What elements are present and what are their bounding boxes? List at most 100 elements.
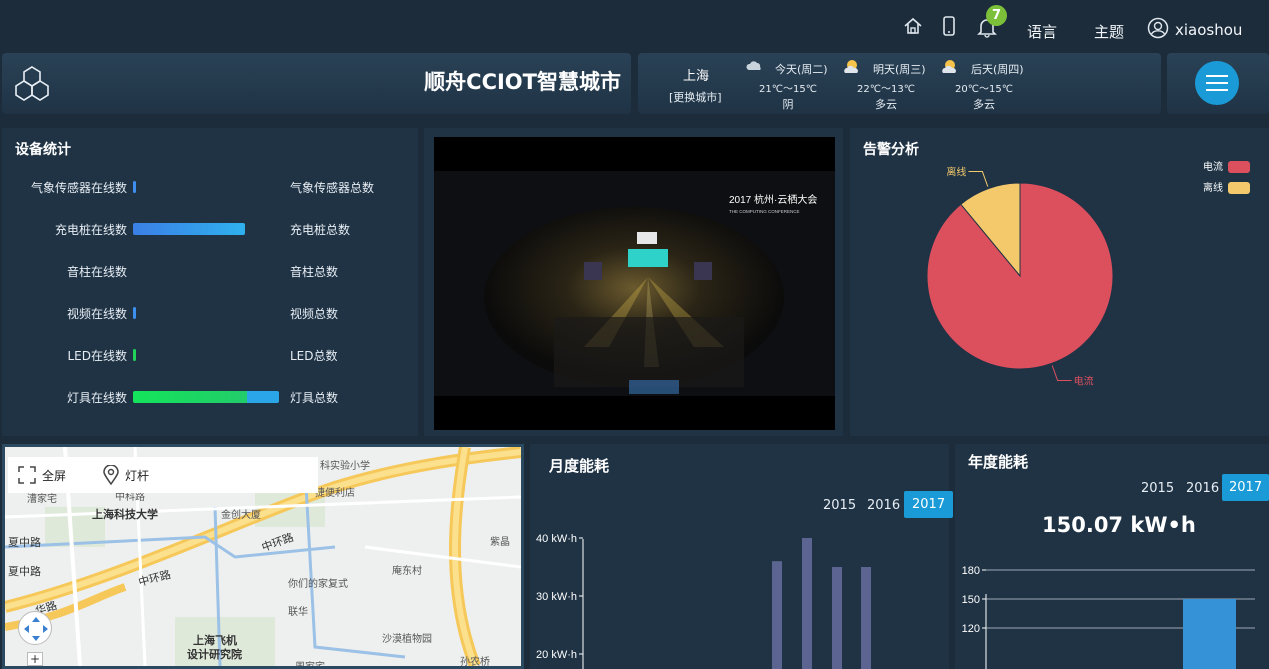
yearly-energy-panel: 年度能耗 2015 2016 2017 150.07 kW•h 120 150 18… [955, 444, 1269, 669]
total-count-label: 气象传感器总数 [290, 181, 375, 195]
logo-icon [15, 66, 49, 101]
cloud-icon [746, 61, 761, 70]
y-tick-label: 180 [962, 565, 980, 577]
monthly-energy-panel: 月度能耗 2015 2016 2017 20 kW·h 30 kW·h 40 kW·… [530, 444, 954, 669]
monthly-bar [832, 567, 842, 669]
hamburger-icon [1206, 75, 1228, 91]
online-count-label: LED在线数 [67, 349, 127, 363]
pie-label-line-0 [1051, 365, 1072, 381]
menu-panel [1167, 53, 1269, 114]
map-label: 周家宅 [295, 662, 325, 669]
online-count-bar [133, 307, 136, 319]
online-count-bar [133, 181, 136, 193]
video-overlay-title: 2017 杭州·云栖大会 [729, 193, 817, 206]
pie-label-1: 离线 [946, 166, 966, 179]
map-label: 上海科技大学 [92, 508, 158, 521]
total-count-label: 视频总数 [290, 307, 339, 321]
top-bar: 7 语言 主题 xiaoshou [0, 0, 1269, 50]
pie-slice-0 [926, 182, 1114, 370]
weather-panel: 上海 [更换城市] 今天(周二) 21℃～15℃ 阴 明天(周三) 22℃～13… [638, 53, 1161, 114]
map-label: 夏中路 [8, 536, 41, 549]
fullscreen-icon [18, 466, 36, 484]
map-label: 你们的家复式 [288, 579, 348, 590]
notification-badge: 7 [986, 5, 1007, 26]
map-label: 沙漠植物园 [382, 634, 432, 645]
alarm-pie-chart: 离线电流电流离线 [926, 160, 1250, 387]
panel-title: 设备统计 [15, 142, 71, 158]
fullscreen-label: 全屏 [42, 468, 67, 483]
online-count-label: 气象传感器在线数 [30, 181, 127, 195]
home-icon[interactable] [903, 16, 923, 36]
online-count-bar [133, 223, 246, 235]
fullscreen-button[interactable]: 全屏 [18, 466, 66, 484]
change-city-link[interactable]: [更换城市] [669, 89, 722, 105]
map-label: 设计研究院 [187, 648, 242, 661]
weather-day-cond: 阴 [782, 98, 794, 111]
monthly-bar [802, 538, 812, 669]
online-count-label: 视频在线数 [66, 307, 127, 321]
legend-swatch-1 [1228, 182, 1250, 194]
y-tick-label: 20 kW·h [536, 649, 577, 661]
map-panel[interactable]: 科实验小学 捷便利店 漕家宅 中科路 上海科技大学 金创大厦 夏中路 中环路 夏… [2, 444, 524, 669]
total-count-label: LED总数 [290, 349, 338, 363]
yearly-bar [1183, 598, 1236, 669]
map-label: 金创大厦 [221, 510, 261, 521]
weather-day-temp: 22℃～13℃ [857, 84, 915, 95]
total-count-label: 音柱总数 [290, 265, 339, 279]
online-count-bar [133, 349, 136, 361]
online-count-label: 灯具在线数 [66, 391, 127, 405]
map-label: 捷便利店 [315, 488, 355, 499]
map-label: 孙农桥 [460, 657, 490, 668]
username[interactable]: xiaoshou [1175, 21, 1242, 39]
pie-label-0: 电流 [1074, 374, 1094, 387]
legend-label-0: 电流 [1203, 160, 1223, 173]
menu-button[interactable] [1195, 61, 1239, 105]
weather-day-label: 今天(周二) [775, 63, 828, 76]
theme-menu[interactable]: 主题 [1094, 21, 1124, 42]
y-tick-label: 30 kW·h [536, 591, 577, 603]
pan-arrows-icon [24, 617, 48, 641]
total-count-label: 充电桩总数 [290, 223, 351, 237]
mobile-icon[interactable] [942, 16, 956, 36]
y-tick-label: 40 kW·h [536, 533, 577, 545]
map-pan-control[interactable] [18, 611, 52, 645]
zoom-in-button[interactable]: + [27, 652, 43, 666]
weather-day-label: 明天(周三) [873, 63, 926, 76]
pole-filter-button[interactable]: 灯杆 [103, 465, 149, 485]
video-overlay-subtitle: THE COMPUTING CONFERENCE [729, 209, 800, 214]
weather-day-temp: 20℃～15℃ [955, 84, 1013, 95]
online-count-label: 充电桩在线数 [54, 223, 127, 237]
pole-label: 灯杆 [125, 468, 150, 483]
language-menu[interactable]: 语言 [1027, 21, 1057, 42]
map-label: 科实验小学 [320, 461, 370, 472]
total-count-label: 灯具总数 [290, 391, 339, 405]
map-label: 庵东村 [392, 566, 422, 577]
legend-swatch-0 [1228, 161, 1250, 173]
weather-day-label: 后天(周四) [971, 63, 1024, 76]
video-player[interactable]: 2017 杭州·云栖大会 THE COMPUTING CONFERENCE [434, 137, 835, 430]
monthly-bar [861, 567, 871, 669]
weather-city: 上海 [683, 69, 710, 84]
weather-day-cond: 多云 [973, 98, 995, 111]
map-pin-icon [103, 465, 119, 485]
user-icon[interactable] [1147, 17, 1169, 39]
video-panel: 2017 杭州·云栖大会 THE COMPUTING CONFERENCE [424, 128, 843, 436]
monthly-bar [772, 561, 782, 669]
monthly-bar-chart: 20 kW·h 30 kW·h 40 kW·h [536, 533, 871, 669]
weather-day-temp: 21℃～15℃ [759, 84, 817, 95]
weather-day-cond: 多云 [875, 98, 897, 111]
page-title: 顺舟CCIOT智慧城市 [424, 70, 621, 94]
map-label: 夏中路 [8, 565, 41, 578]
alarm-panel: 告警分析 离线 电流 电流 离线 [850, 128, 1269, 436]
yearly-bar-chart: 120 150 180 [962, 565, 1255, 669]
header-title-bar: 顺舟CCIOT智慧城市 [2, 53, 631, 114]
video-frame: 2017 杭州·云栖大会 THE COMPUTING CONFERENCE [434, 171, 835, 396]
device-stats-panel: 设备统计 气象传感器在线数 气象传感器总数充电桩在线数 充电桩总数音柱在线数 音柱总数… [2, 128, 418, 436]
sun-cloud-icon [942, 60, 956, 73]
online-count-label: 音柱在线数 [66, 265, 127, 279]
sun-cloud-icon [844, 60, 858, 73]
legend-label-1: 离线 [1203, 181, 1223, 194]
map-label: 联华 [288, 607, 308, 618]
y-tick-label: 150 [962, 594, 980, 606]
y-tick-label: 120 [962, 623, 980, 635]
